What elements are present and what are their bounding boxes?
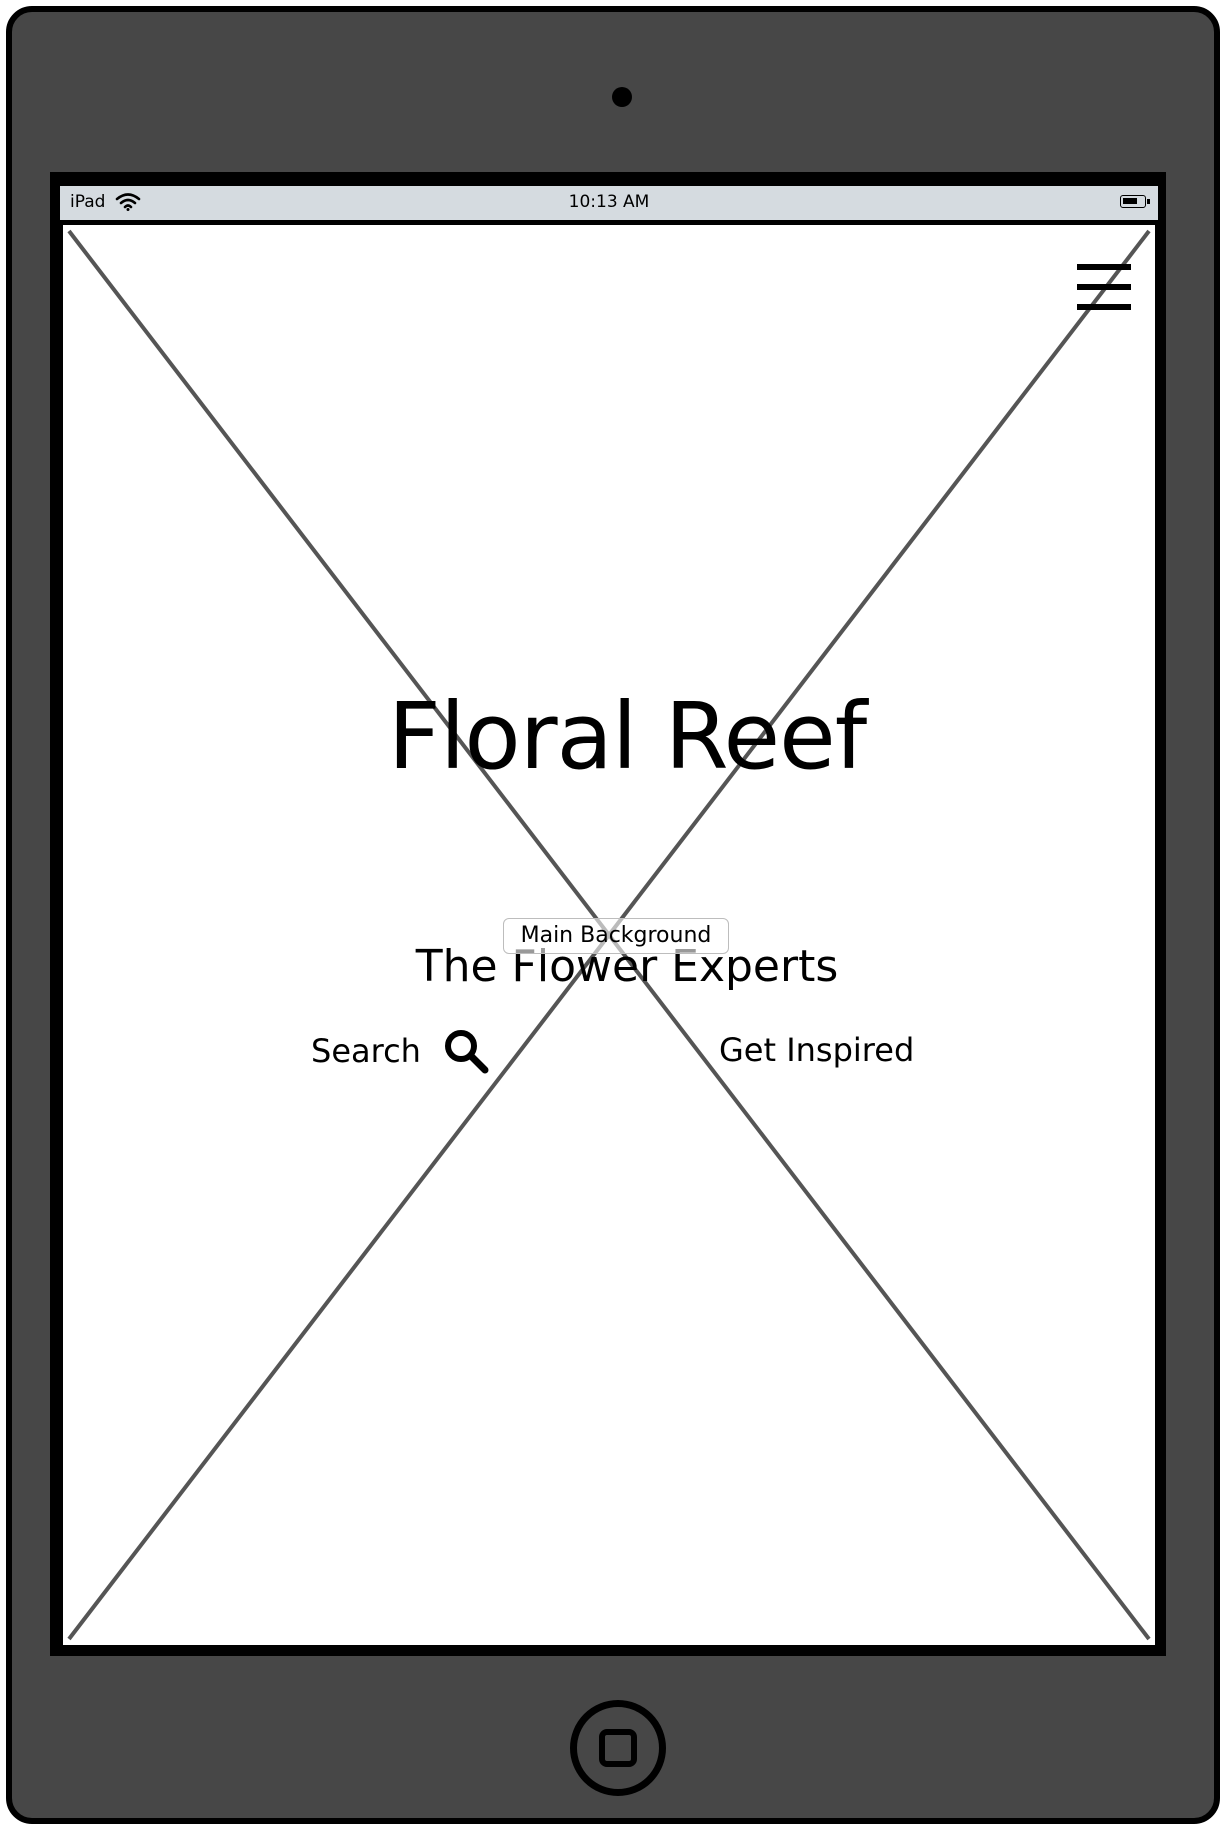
search-link[interactable]: Search [311,1028,489,1074]
battery-icon [1120,195,1150,208]
get-inspired-link[interactable]: Get Inspired [719,1031,914,1069]
search-label: Search [311,1032,421,1070]
brand-title: Floral Reef [387,683,867,790]
search-icon [444,1030,489,1074]
hamburger-menu-icon[interactable] [1075,261,1133,313]
battery-level [1123,198,1137,204]
home-button-square [599,1729,637,1767]
camera-dot [612,87,632,107]
status-bar: iPad 10:13 AM [60,186,1158,220]
home-button-icon[interactable] [570,1700,666,1796]
app-viewport: Floral Reef The Flower Experts Main Back… [60,222,1158,1648]
background-label: Main Background [503,918,729,954]
status-time: 10:13 AM [568,192,650,212]
